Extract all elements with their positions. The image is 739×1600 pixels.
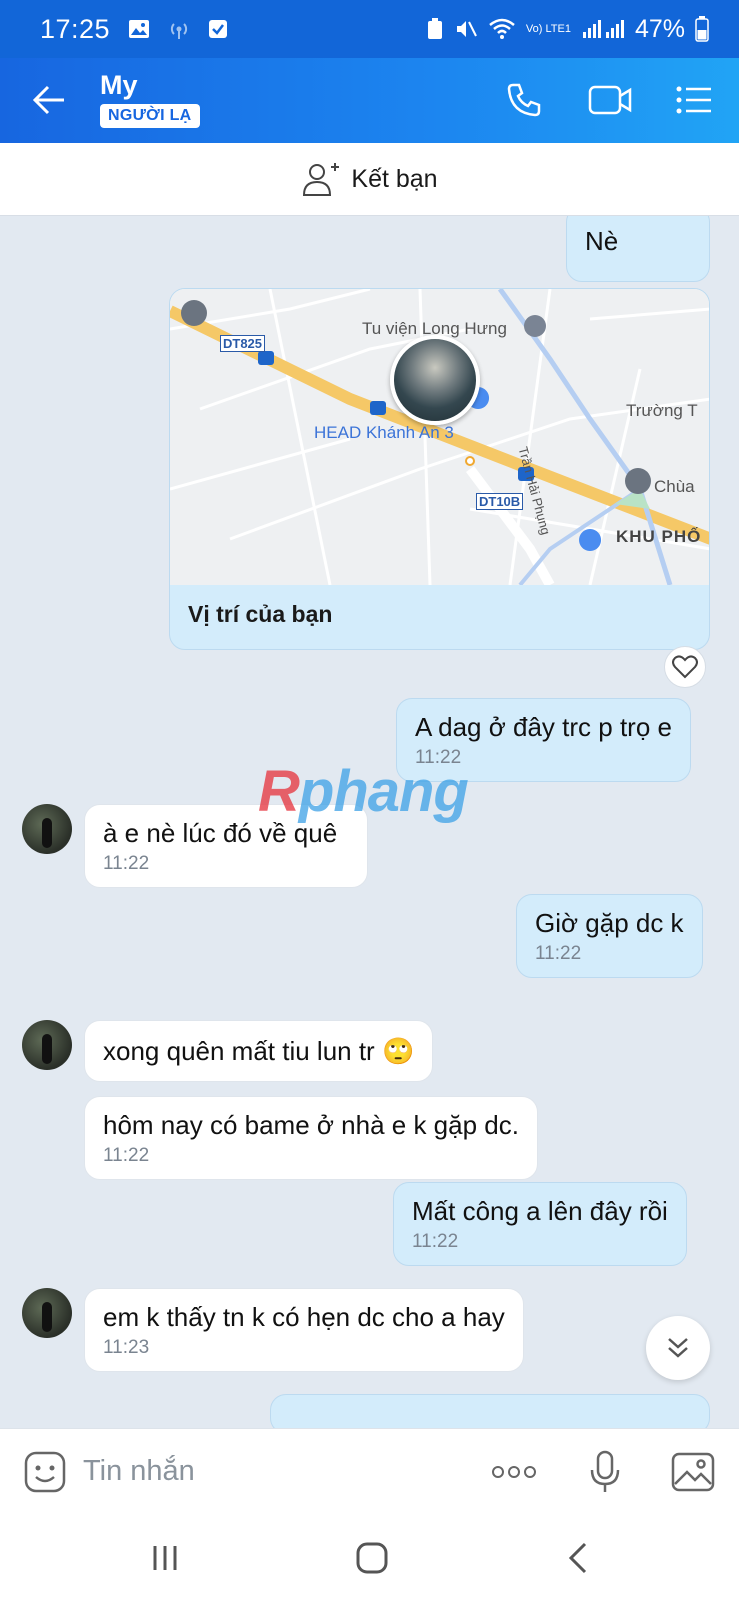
message-input[interactable]: Tin nhắn [83,1455,195,1488]
recycle-icon [426,17,444,41]
arrow-left-icon [32,85,64,115]
more-dots-icon [492,1466,536,1478]
message-text: A dag ở đây trc p trọ e [415,712,672,742]
message-time: 11:22 [535,943,582,964]
react-button[interactable] [664,646,706,688]
map-label-head: HEAD Khánh An 3 [314,423,454,442]
call-button[interactable] [502,78,546,122]
scroll-to-bottom-button[interactable] [646,1316,710,1380]
list-icon [676,86,711,114]
sticker-button[interactable] [22,1449,68,1495]
network-label: Vo) LTE1 [525,22,571,35]
video-camera-icon [588,85,632,115]
stranger-badge: NGƯỜI LẠ [100,104,200,128]
voice-button[interactable] [582,1449,628,1495]
system-nav-bar [0,1514,739,1600]
signal-icon [581,18,625,40]
message-time: 11:23 [103,1337,150,1358]
home-icon [356,1542,388,1574]
map-label-school: Trường T [626,401,698,420]
message-input-bar: Tin nhắn [0,1428,739,1514]
status-bar: 17:25 Vo) LTE1 47% [0,0,739,58]
contact-info[interactable]: My NGƯỜI LẠ [100,70,200,128]
contact-avatar[interactable] [22,1020,72,1070]
message-text: Giờ gặp dc k [535,908,684,938]
message-bubble[interactable]: em k thấy tn k có hẹn dc cho a hay 11:23 [84,1288,524,1372]
map-label-dt825: DT825 [220,335,266,352]
map-preview[interactable]: DT825 Tu viện Long Hưng HEAD Khánh An 3 … [170,289,709,585]
message-bubble[interactable]: xong quên mất tiu lun tr 🙄 [84,1020,434,1082]
chevron-left-icon [568,1542,587,1574]
add-user-icon [303,163,340,196]
message-text: em k thấy tn k có hẹn dc cho a hay [103,1302,505,1332]
message-bubble[interactable]: hôm nay có bame ở nhà e k gặp dc. 11:22 [84,1096,538,1180]
checkbox-icon [208,19,228,39]
message-time: 11:22 [103,853,150,874]
map-label-dt10b: DT10B [476,493,524,510]
double-chevron-down-icon [668,1338,688,1358]
mute-icon [454,18,478,40]
gallery-icon [128,19,150,39]
phone-icon [507,83,541,117]
image-icon [671,1452,715,1492]
home-button[interactable] [350,1536,394,1580]
menu-button[interactable] [672,78,716,122]
location-avatar [390,335,480,425]
more-button[interactable] [491,1449,537,1495]
video-call-button[interactable] [588,78,632,122]
chat-header: My NGƯỜI LẠ [0,58,739,143]
microphone-icon [590,1450,620,1492]
message-bubble[interactable]: Nè [566,216,710,282]
map-label-pagoda: Chùa [654,477,695,496]
add-friend-label: Kết bạn [351,164,438,193]
back-button[interactable] [30,80,70,120]
message-bubble[interactable]: Mất công a lên đây rồi 11:22 [393,1182,687,1266]
location-caption: Vị trí của bạn [188,601,333,627]
watermark: Rphang [258,759,469,824]
contact-avatar[interactable] [22,804,72,854]
message-list[interactable]: Nè DT825 Tu viện Long Hưng HEAD Khánh An… [0,216,739,1428]
location-card[interactable]: DT825 Tu viện Long Hưng HEAD Khánh An 3 … [169,288,710,650]
map-label-area: KHU PHỐ [616,527,702,546]
image-button[interactable] [670,1449,716,1495]
heart-icon [672,655,698,679]
recent-apps-icon [153,1546,177,1570]
message-text: Nè [585,226,619,256]
battery-percent: 47% [634,14,685,43]
contact-name: My [100,70,138,100]
message-bubble[interactable]: Giờ gặp dc k 11:22 [516,894,703,978]
contact-avatar[interactable] [22,1288,72,1338]
battery-icon [695,16,709,42]
hotspot-icon [168,18,190,40]
wifi-icon [488,18,516,40]
status-time: 17:25 [40,13,111,44]
emoji-icon [24,1451,66,1493]
message-time: 11:22 [103,1145,150,1166]
message-time: 11:22 [412,1231,459,1252]
message-text: xong quên mất tiu lun tr 🙄 [103,1036,415,1066]
add-friend-bar[interactable]: Kết bạn [0,143,739,216]
message-bubble-partial[interactable] [270,1394,710,1428]
recent-apps-button[interactable] [143,1536,187,1580]
back-nav-button[interactable] [556,1536,600,1580]
message-text: hôm nay có bame ở nhà e k gặp dc. [103,1110,519,1140]
message-text: Mất công a lên đây rồi [412,1196,668,1226]
